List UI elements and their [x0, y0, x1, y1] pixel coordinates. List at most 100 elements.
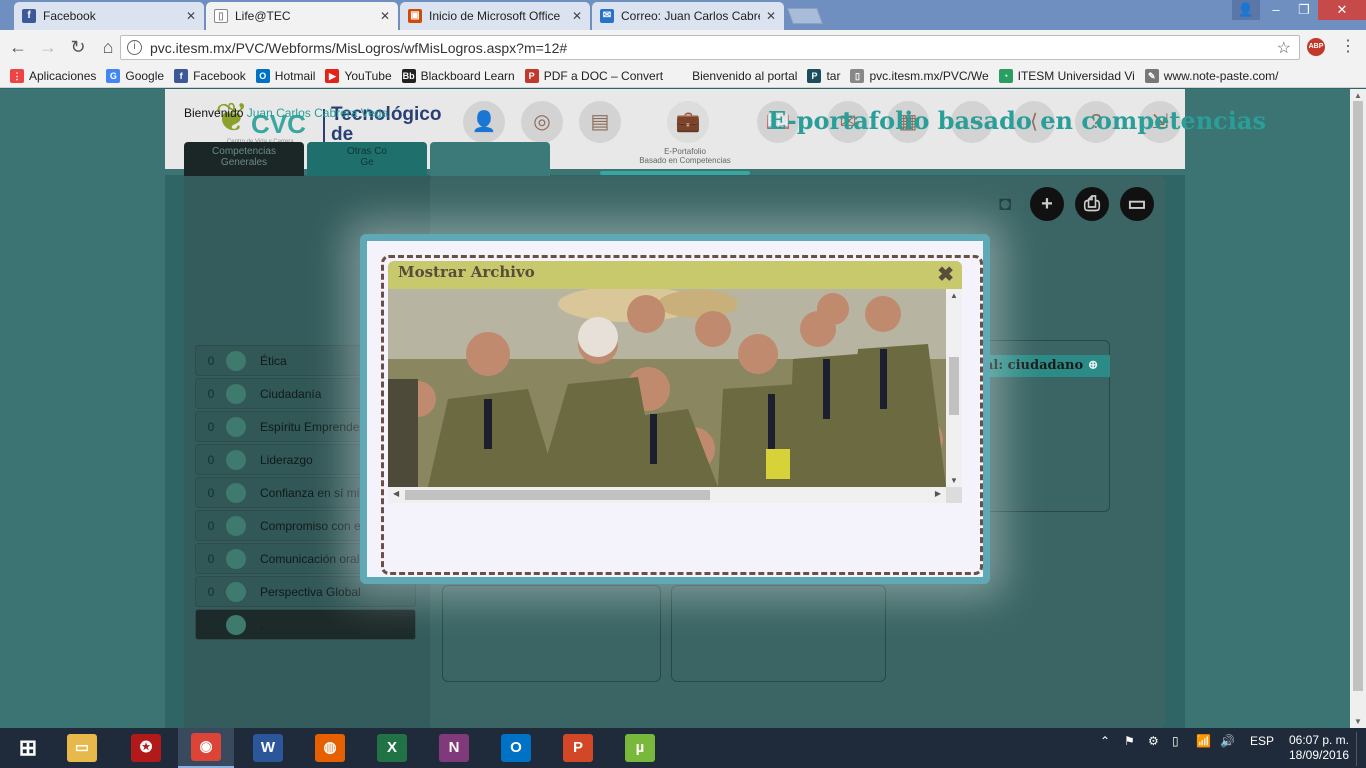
utorrent-icon: µ [625, 734, 655, 762]
bookmark-icon: O [255, 68, 270, 83]
bookmark-label: Aplicaciones [29, 68, 97, 83]
word-taskbar-button[interactable]: W [240, 728, 296, 768]
bookmark-icon: ◔ [998, 68, 1013, 83]
tab-otras-competencias[interactable]: Otras Co Ge [307, 142, 427, 176]
close-tab-icon[interactable]: ✕ [766, 9, 776, 23]
volume-icon[interactable]: 🔊 [1220, 734, 1235, 748]
bookmark-icon: ⋮ [10, 68, 24, 83]
modal-title: Mostrar Archivo [398, 263, 535, 281]
adblock-icon[interactable]: ABP [1307, 38, 1325, 56]
user-name[interactable]: Juan Carlos Cabrera Vega [247, 106, 388, 120]
welcome-text: Bienvenido Juan Carlos Cabrera Vega [184, 106, 389, 120]
minimize-icon[interactable]: – [1262, 0, 1290, 20]
competencia-count: 0 [207, 452, 215, 467]
restore-icon[interactable]: ❐ [1290, 0, 1318, 20]
clock[interactable]: 06:07 p. m. 18/09/2016 [1288, 733, 1350, 763]
portfolio-nav-icon[interactable]: 💼 [667, 101, 709, 143]
home-icon[interactable]: ⌂ [94, 37, 122, 58]
bookmark-item[interactable]: ▯ pvc.itesm.mx/PVC/We [850, 68, 989, 83]
outlook-taskbar-button[interactable]: O [488, 728, 544, 768]
address-bar[interactable]: i pvc.itesm.mx/PVC/Webforms/MisLogros/wf… [120, 35, 1300, 60]
camera-icon[interactable]: ◘ [988, 187, 1022, 221]
wifi-icon[interactable]: 📶 [1196, 734, 1211, 748]
reload-icon[interactable]: ↻ [64, 37, 92, 58]
add-circle-icon[interactable]: ⊕ [1088, 358, 1099, 373]
modal-horizontal-scrollbar[interactable]: ◀ ▶ [388, 487, 946, 503]
show-desktop-button[interactable] [1356, 732, 1366, 766]
bookmark-item[interactable]: Bienvenido al portal [673, 68, 797, 83]
print-icon[interactable]: ⎙ [1075, 187, 1109, 221]
url-text: pvc.itesm.mx/PVC/Webforms/MisLogros/wfMi… [150, 39, 568, 56]
competencia-count: 0 [207, 386, 215, 401]
notebook-nav-icon[interactable]: ▤ [579, 101, 621, 143]
excel-taskbar-button[interactable]: X [364, 728, 420, 768]
bookmark-icon: ▯ [850, 68, 865, 83]
close-tab-icon[interactable]: ✕ [572, 9, 582, 23]
info-icon[interactable]: i [127, 40, 142, 55]
profile-icon[interactable]: 👤 [1232, 0, 1260, 20]
close-window-icon[interactable]: ✕ [1318, 0, 1366, 20]
windows-icon: ⊞ [18, 735, 38, 760]
new-tab-button[interactable] [787, 8, 823, 24]
utorrent-taskbar-button[interactable]: µ [612, 728, 668, 768]
tab-mail[interactable]: ✉ Correo: Juan Carlos Cabre ✕ [592, 2, 784, 30]
bookmark-item[interactable]: ✎ www.note-paste.com/ [1144, 68, 1279, 83]
tab-office[interactable]: ▣ Inicio de Microsoft Office ✕ [400, 2, 590, 30]
competencia-item[interactable]: 0. [195, 609, 416, 640]
tab-third[interactable] [430, 142, 550, 176]
profile-nav-icon[interactable]: 👤 [463, 101, 505, 143]
bookmark-label: www.note-paste.com/ [1163, 68, 1279, 83]
tray-up-arrow-icon[interactable]: ⌃ [1100, 734, 1110, 748]
competencia-count: 0 [207, 518, 215, 533]
tab-facebook[interactable]: f Facebook ✕ [14, 2, 204, 30]
flag-icon[interactable]: ⚑ [1124, 734, 1135, 748]
firefox-taskbar-button[interactable]: ◍ [302, 728, 358, 768]
mail-icon: ✉ [600, 9, 614, 23]
bookmark-item[interactable]: G Google [106, 68, 164, 83]
tab-competencias-generales[interactable]: Competencias Generales [184, 142, 304, 176]
antivirus-taskbar-button[interactable]: ✪ [118, 728, 174, 768]
onenote-taskbar-button[interactable]: N [426, 728, 482, 768]
powerpoint-taskbar-button[interactable]: P [550, 728, 606, 768]
bookmark-star-icon[interactable]: ☆ [1277, 38, 1291, 58]
tab-title: Life@TEC [235, 9, 291, 23]
tab-life-tec[interactable]: ▯ Life@TEC ✕ [206, 2, 398, 30]
screen-icon[interactable]: ▭ [1120, 187, 1154, 221]
windows-taskbar-button[interactable]: ⊞ [0, 728, 56, 768]
photo-image [388, 289, 946, 487]
file-explorer-taskbar-button[interactable]: ▭ [54, 728, 110, 768]
scroll-corner [946, 487, 962, 503]
close-tab-icon[interactable]: ✕ [186, 9, 196, 23]
close-icon[interactable]: ✖ [937, 263, 954, 285]
page-vertical-scrollbar[interactable]: ▲ ▼ [1350, 89, 1366, 728]
medal-icon [226, 548, 246, 569]
forward-icon[interactable]: → [34, 37, 62, 58]
network-icon[interactable]: ⚙ [1148, 734, 1159, 748]
word-icon: W [253, 734, 283, 762]
battery-icon[interactable]: ▯ [1172, 734, 1179, 748]
modal-vertical-scrollbar[interactable]: ▲ ▼ [946, 289, 962, 487]
add-icon[interactable]: + [1030, 187, 1064, 221]
target-nav-icon[interactable]: ◎ [521, 101, 563, 143]
menu-icon[interactable]: ⋮ [1340, 36, 1356, 56]
chrome-taskbar-button[interactable]: ◉ [178, 728, 234, 768]
bookmark-item[interactable]: ▶ YouTube [325, 68, 392, 83]
bookmark-item[interactable]: O Hotmail [255, 68, 316, 83]
close-tab-icon[interactable]: ✕ [380, 9, 390, 23]
bookmark-item[interactable]: P PDF a DOC – Convert [524, 68, 663, 83]
powerpoint-icon: P [563, 734, 593, 762]
bookmark-item[interactable]: Bb Blackboard Learn [401, 68, 515, 83]
bookmark-label: Hotmail [274, 68, 316, 83]
bookmarks-bar: ⋮ Aplicaciones G Google f Facebook O Hotmail ▶ Yo… [0, 64, 1366, 88]
medal-icon [226, 482, 246, 503]
bookmark-item[interactable]: Ptar [807, 68, 840, 83]
medal-icon [226, 515, 246, 536]
competencia-label: Ética [260, 353, 287, 368]
back-icon[interactable]: ← [4, 37, 32, 58]
bookmark-item[interactable]: ◔ ITESM Universidad Vi [998, 68, 1135, 83]
bookmark-item[interactable]: f Facebook [174, 68, 246, 83]
competencia-label: Confianza en sí mi [260, 485, 360, 500]
language-indicator[interactable]: ESP [1250, 734, 1274, 748]
clock-date: 18/09/2016 [1288, 748, 1350, 762]
bookmark-item[interactable]: ⋮ Aplicaciones [10, 68, 97, 83]
